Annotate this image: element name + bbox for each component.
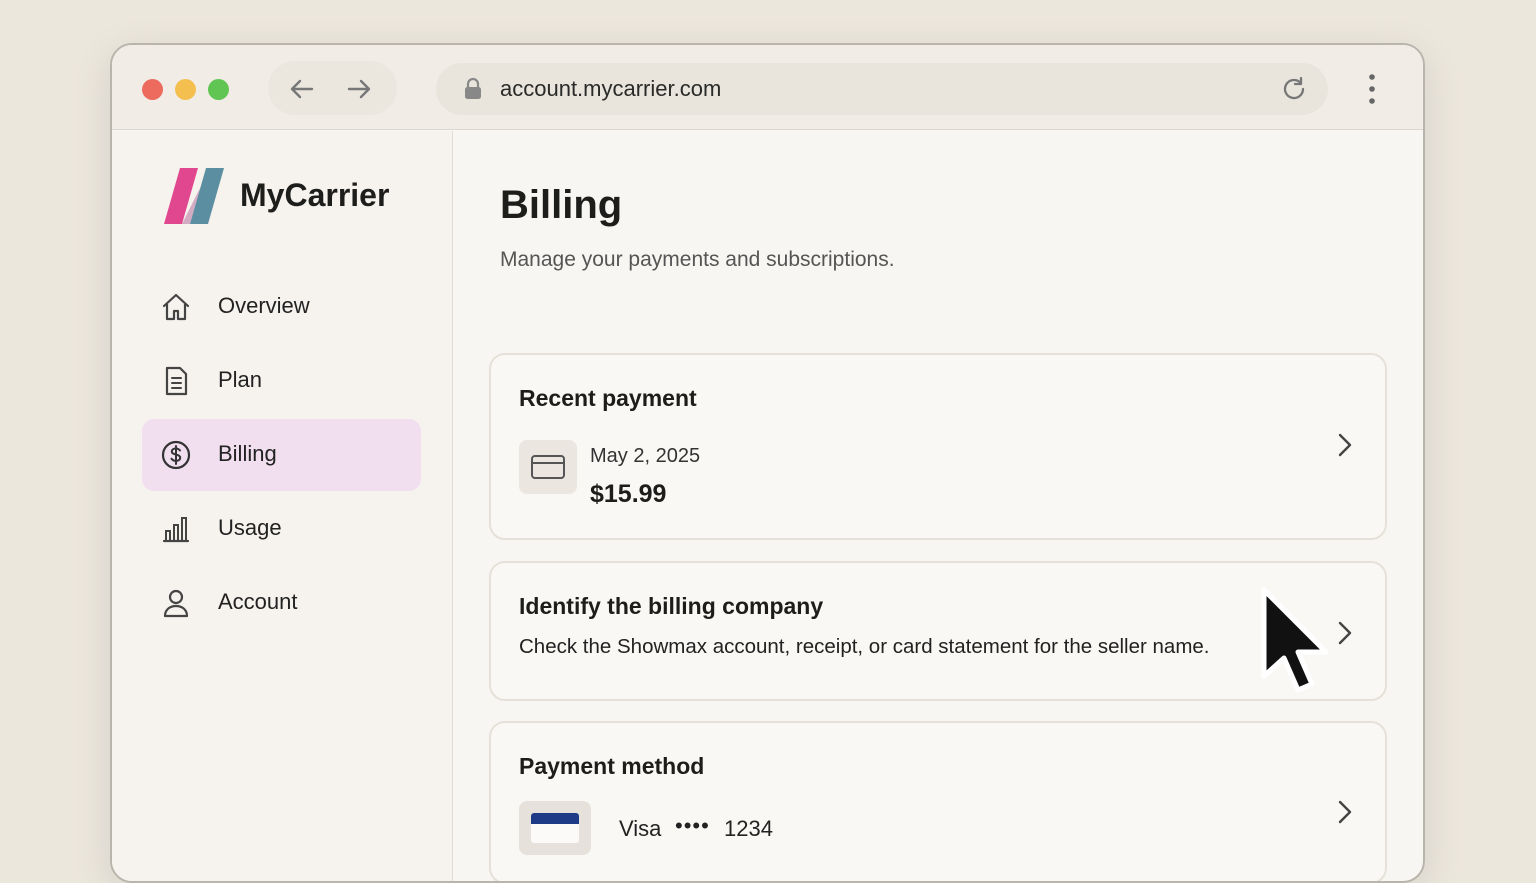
zoom-window-button[interactable]	[208, 79, 229, 100]
identify-billing-company-card[interactable]: Identify the billing company Check the S…	[489, 561, 1387, 701]
bar-chart-icon	[162, 517, 190, 543]
sidebar-item-billing[interactable]: Billing	[142, 419, 421, 491]
reload-icon[interactable]	[1280, 75, 1308, 103]
page-subtitle: Manage your payments and subscriptions.	[500, 248, 895, 271]
close-window-button[interactable]	[142, 79, 163, 100]
dollar-circle-icon	[161, 440, 191, 470]
sidebar-item-plan[interactable]: Plan	[142, 345, 421, 417]
payment-amount: $15.99	[590, 480, 667, 508]
home-icon	[162, 293, 190, 321]
card-title: Recent payment	[519, 385, 697, 411]
payment-method-card[interactable]: Payment method Visa •••• 1234	[489, 721, 1387, 881]
card-title: Payment method	[519, 753, 705, 779]
arrow-right-icon[interactable]	[345, 75, 373, 103]
address-bar[interactable]: account.mycarrier.com	[436, 63, 1328, 115]
minimize-window-button[interactable]	[175, 79, 196, 100]
arrow-left-icon[interactable]	[288, 75, 316, 103]
chevron-right-icon[interactable]	[1333, 431, 1355, 459]
page-title: Billing	[500, 183, 623, 227]
card-brand: Visa	[619, 816, 662, 841]
brand-name: MyCarrier	[240, 177, 390, 213]
visa-card-icon	[531, 813, 579, 843]
sidebar-item-label: Overview	[218, 293, 310, 318]
sidebar-item-account[interactable]: Account	[142, 567, 421, 639]
mycarrier-logo-icon	[164, 168, 224, 224]
credit-card-icon-box	[519, 440, 577, 494]
nav-buttons	[268, 61, 397, 115]
sidebar-item-overview[interactable]: Overview	[142, 271, 421, 343]
chevron-right-icon[interactable]	[1333, 798, 1355, 826]
browser-window: account.mycarrier.com MyCarrier Overview	[110, 43, 1425, 883]
card-description: Check the Showmax account, receipt, or c…	[519, 635, 1210, 658]
card-mask: ••••	[675, 813, 710, 838]
card-stripe	[531, 813, 579, 824]
sidebar-item-label: Account	[218, 589, 298, 614]
sidebar-item-label: Billing	[218, 441, 277, 466]
card-title: Identify the billing company	[519, 593, 824, 619]
document-icon	[165, 366, 188, 396]
recent-payment-card[interactable]: Recent payment May 2, 2025 $15.99	[489, 353, 1387, 540]
sidebar-item-label: Usage	[218, 515, 282, 540]
payment-date: May 2, 2025	[590, 445, 701, 467]
chevron-right-icon[interactable]	[1333, 619, 1355, 647]
url-text[interactable]: account.mycarrier.com	[500, 76, 721, 102]
user-icon	[163, 589, 189, 618]
card-last4: 1234	[724, 816, 773, 841]
sidebar-item-usage[interactable]: Usage	[142, 493, 421, 565]
kebab-menu-icon[interactable]	[1364, 73, 1380, 105]
browser-toolbar: account.mycarrier.com	[112, 45, 1423, 130]
lock-icon	[465, 77, 481, 99]
sidebar: MyCarrier Overview Plan Billing Usage Ac…	[112, 131, 453, 881]
mouse-cursor-icon	[1261, 587, 1329, 693]
visa-card-icon-box	[519, 801, 591, 855]
main-content: Billing Manage your payments and subscri…	[454, 131, 1423, 881]
sidebar-item-label: Plan	[218, 367, 263, 392]
credit-card-icon	[531, 455, 565, 479]
